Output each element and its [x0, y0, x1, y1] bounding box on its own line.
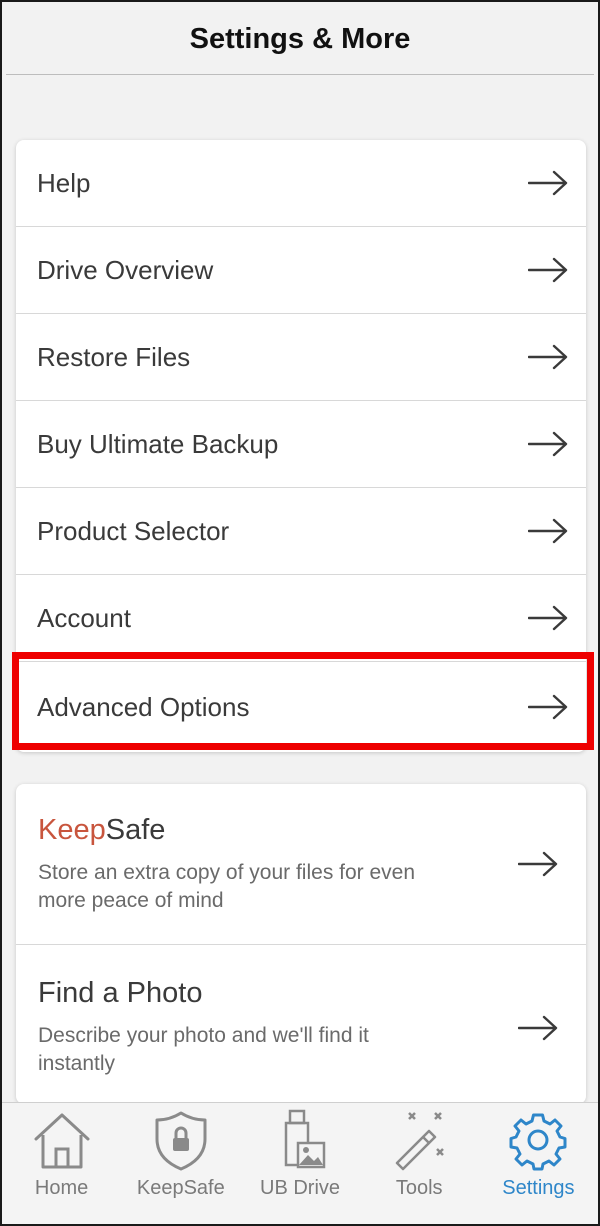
tab-keepsafe[interactable]: KeepSafe	[121, 1103, 240, 1224]
arrow-right-icon	[528, 170, 568, 196]
menu-item-label: Account	[37, 602, 131, 633]
tab-tools[interactable]: Tools	[360, 1103, 479, 1224]
menu-item-label: Buy Ultimate Backup	[37, 428, 279, 459]
tab-home[interactable]: Home	[2, 1103, 121, 1224]
menu-item-label: Product Selector	[37, 515, 230, 546]
menu-item-buy-ultimate-backup[interactable]: Buy Ultimate Backup	[16, 401, 586, 488]
find-photo-title: Find a Photo	[38, 977, 203, 1009]
features-card: KeepSafe Store an extra copy of your fil…	[16, 784, 586, 1104]
tab-label: UB Drive	[260, 1177, 341, 1199]
menu-item-account[interactable]: Account	[16, 575, 586, 662]
find-photo-description: Describe your photo and we'll find it in…	[38, 1024, 369, 1075]
menu-item-label: Drive Overview	[37, 254, 214, 285]
header-divider	[6, 74, 594, 75]
keepsafe-title: KeepSafe	[38, 814, 438, 847]
menu-item-label: Advanced Options	[37, 691, 250, 722]
menu-item-product-selector[interactable]: Product Selector	[16, 488, 586, 575]
gear-icon	[509, 1113, 567, 1171]
menu-item-restore-files[interactable]: Restore Files	[16, 314, 586, 401]
bottom-tab-bar: Home KeepSafe UB Drive Tools Settings	[2, 1102, 598, 1224]
tab-label: Tools	[395, 1177, 443, 1199]
feature-find-a-photo[interactable]: Find a Photo Describe your photo and we'…	[16, 945, 586, 1104]
arrow-right-icon	[518, 1015, 558, 1040]
tab-label: Home	[34, 1177, 89, 1199]
arrow-right-icon	[528, 605, 568, 631]
arrow-right-icon	[528, 694, 568, 720]
keepsafe-description: Store an extra copy of your files for ev…	[38, 860, 416, 912]
menu-item-drive-overview[interactable]: Drive Overview	[16, 227, 586, 314]
menu-item-label: Help	[37, 167, 91, 198]
keepsafe-title-safe: Safe	[105, 813, 166, 846]
arrow-right-icon	[528, 518, 568, 544]
menu-item-help[interactable]: Help	[16, 140, 586, 227]
tab-ub-drive[interactable]: UB Drive	[240, 1103, 359, 1224]
tab-settings[interactable]: Settings	[479, 1103, 598, 1224]
feature-keepsafe[interactable]: KeepSafe Store an extra copy of your fil…	[16, 784, 586, 945]
feature-text: Find a Photo Describe your photo and we'…	[38, 977, 438, 1078]
page-title: Settings & More	[189, 22, 411, 55]
tab-label: KeepSafe	[136, 1177, 225, 1199]
arrow-right-icon	[518, 851, 558, 877]
keepsafe-title-keep: Keep	[38, 813, 106, 846]
arrow-right-icon	[528, 257, 568, 283]
feature-text: KeepSafe Store an extra copy of your fil…	[38, 814, 438, 915]
settings-menu-card: Help Drive Overview Restore Files Buy Ul…	[16, 140, 586, 752]
menu-item-advanced-options[interactable]: Advanced Options	[16, 662, 586, 752]
usb-drive-icon	[284, 1109, 326, 1169]
menu-item-label: Restore Files	[37, 341, 191, 372]
arrow-right-icon	[528, 344, 568, 370]
tab-label: Settings	[502, 1177, 575, 1199]
header-bar: Settings & More	[2, 2, 598, 76]
arrow-right-icon	[528, 431, 568, 457]
home-icon	[34, 1113, 90, 1169]
shield-lock-icon	[155, 1111, 207, 1171]
magic-wand-icon	[395, 1112, 445, 1171]
